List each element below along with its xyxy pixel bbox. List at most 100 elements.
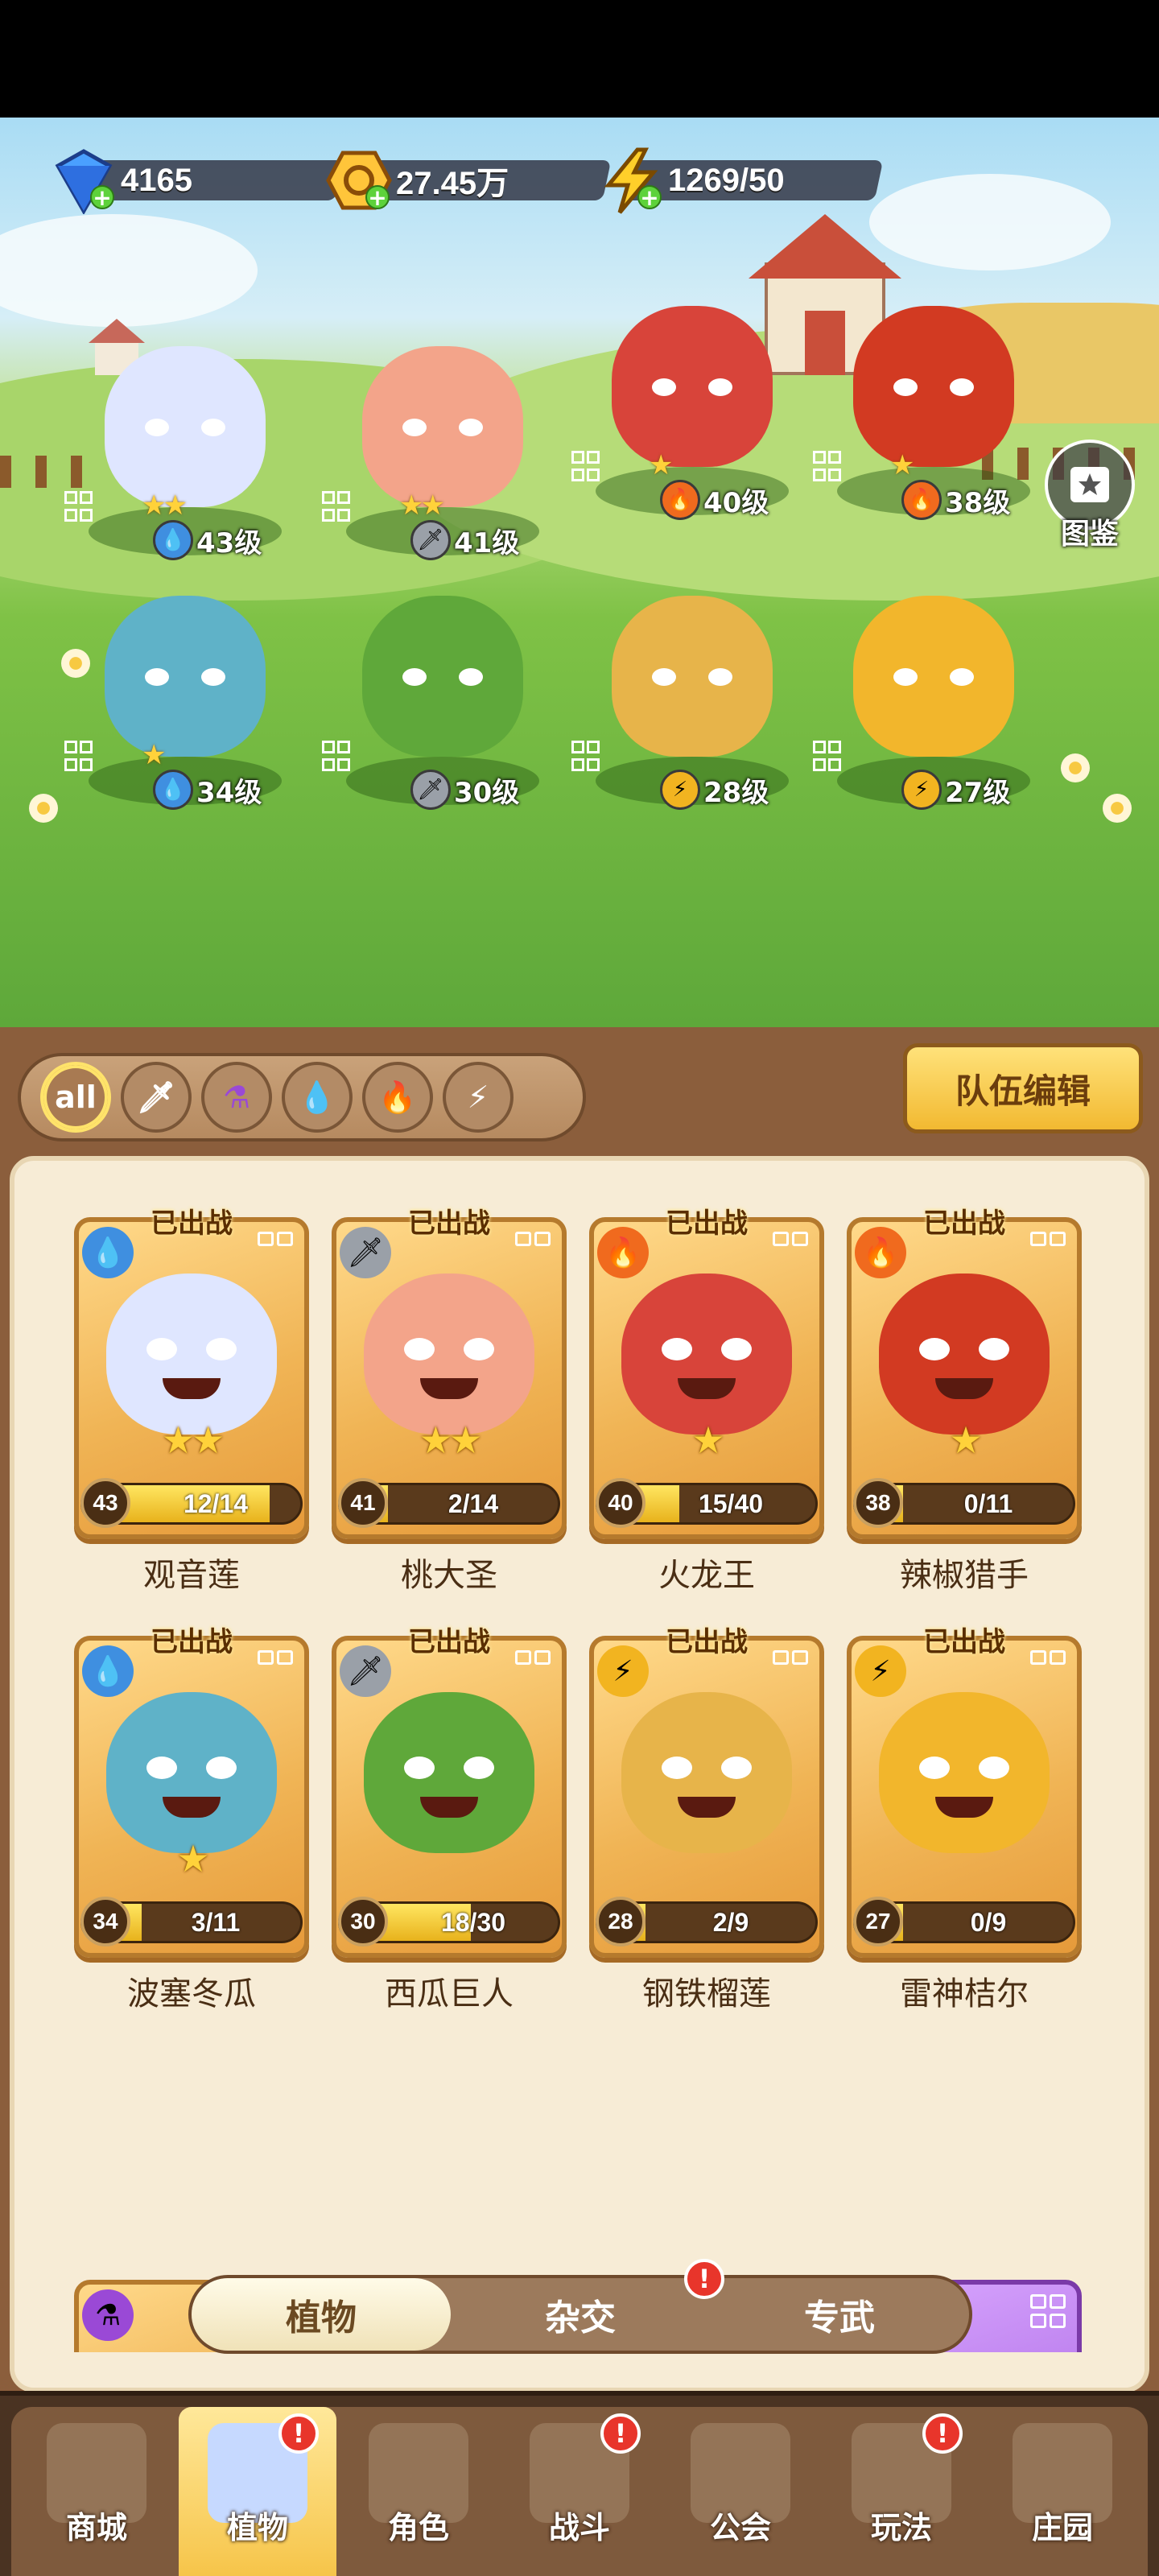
hero-level: 28级: [703, 776, 769, 809]
energy-value: 1269/50: [668, 162, 785, 198]
deployed-tag: 已出战: [408, 1208, 490, 1240]
plant-card[interactable]: 已出战 ⚡ 0/9 27 雷神桔尔: [847, 1626, 1082, 2013]
shard-progress-text: 12/14: [183, 1488, 249, 1518]
star-rating: ★: [649, 449, 674, 481]
nav-label: 玩法: [870, 2510, 932, 2545]
hero-sprite: [612, 306, 773, 467]
gem-counter[interactable]: + 4165: [50, 149, 344, 216]
add-coin-icon[interactable]: +: [365, 185, 390, 209]
plant-card[interactable]: 已出战 💧 ★ 3/11 34 波塞冬瓜: [74, 1626, 309, 2013]
shard-progress-text: 2/9: [712, 1907, 749, 1937]
tab-hybrid[interactable]: 杂交: [451, 2278, 710, 2351]
bottom-nav: 商城 植物 ! 角色 战斗 ! 公会 玩法 ! 庄园: [0, 2391, 1159, 2576]
water-drop-icon: 💧: [298, 1079, 336, 1115]
deployed-tag: 已出战: [923, 1626, 1005, 1658]
plant-card[interactable]: 已出战 🗡 18/30 30 西瓜巨人: [332, 1626, 567, 2013]
hero-level: 41级: [454, 526, 520, 559]
nav-shop[interactable]: 商城: [18, 2407, 175, 2576]
plant-card[interactable]: 已出战 💧 ★★ 12/14 43 观音莲: [74, 1208, 309, 1594]
filter-thunder[interactable]: ⚡: [443, 1062, 514, 1133]
plant-name: 辣椒猎手: [900, 1557, 1029, 1594]
lineup-hero[interactable]: ★ 💧 34级: [64, 580, 306, 829]
water-drop-icon: 💧: [153, 520, 193, 560]
lineup-hero[interactable]: 🗡 30级: [322, 580, 563, 829]
nav-battle[interactable]: 战斗 !: [501, 2407, 658, 2576]
nav-characters[interactable]: 角色: [340, 2407, 497, 2576]
plant-level: 27: [853, 1897, 903, 1946]
team-slot-icon: [1030, 2294, 1070, 2330]
plant-level: 40: [596, 1478, 645, 1528]
plant-level: 28: [596, 1897, 645, 1946]
plant-name: 火龙王: [658, 1557, 755, 1594]
star-rating: ★: [691, 1418, 724, 1462]
filter-sword[interactable]: 🗡: [121, 1062, 192, 1133]
plant-portrait: [106, 1274, 277, 1435]
nav-guild[interactable]: 公会: [662, 2407, 819, 2576]
fire-icon: 🔥: [378, 1079, 417, 1115]
star-rating: ★: [890, 449, 915, 481]
team-slot-icon: [773, 1650, 813, 1686]
nav-gameplay[interactable]: 玩法 !: [823, 2407, 980, 2576]
star-rating: ★: [176, 1837, 209, 1880]
team-slot-icon: [515, 1650, 555, 1686]
lineup-hero[interactable]: ★ 🔥 40级: [571, 290, 813, 539]
lineup-hero[interactable]: ★ 🔥 38级: [813, 290, 1054, 539]
gem-value: 4165: [121, 162, 192, 198]
star-rating: ★: [142, 739, 167, 771]
star-rating: ★★: [161, 1418, 225, 1462]
lineup-hero[interactable]: ★★ 🗡 41级: [322, 330, 563, 580]
deployed-tag: 已出战: [408, 1626, 490, 1658]
nav-manor[interactable]: 庄园: [984, 2407, 1141, 2576]
star-rating: ★: [949, 1418, 982, 1462]
lineup-hero[interactable]: ⚡ 27级: [813, 580, 1054, 829]
plant-card[interactable]: 已出战 ⚡ 2/9 28 钢铁榴莲: [589, 1626, 824, 2013]
add-gem-icon[interactable]: +: [90, 185, 114, 209]
coin-counter[interactable]: + 27.45万: [325, 151, 612, 210]
lineup-hero[interactable]: ★★ 💧 43级: [64, 330, 306, 580]
nav-plants[interactable]: 植物 !: [179, 2407, 336, 2576]
codex-button[interactable]: 图鉴: [1040, 440, 1140, 552]
sword-icon: 🗡: [136, 1079, 176, 1115]
alert-badge: !: [278, 2413, 319, 2454]
team-slot-icon: [571, 741, 604, 773]
plant-card[interactable]: 已出战 🔥 ★ 0/11 38 辣椒猎手: [847, 1208, 1082, 1594]
cloud: [0, 214, 258, 327]
fire-icon: 🔥: [660, 480, 700, 520]
deployed-tag: 已出战: [151, 1626, 233, 1658]
lineup-hero[interactable]: ⚡ 28级: [571, 580, 813, 829]
plant-level: 34: [80, 1897, 130, 1946]
filter-fire[interactable]: 🔥: [362, 1062, 433, 1133]
hero-sprite: [853, 596, 1014, 757]
plant-portrait: [621, 1274, 792, 1435]
plant-portrait: [106, 1692, 277, 1853]
element-filter-bar: all 🗡 ⚗ 💧 🔥 ⚡: [18, 1053, 586, 1141]
plant-portrait: [621, 1692, 792, 1853]
team-slot-icon: [515, 1232, 555, 1267]
sword-icon: 🗡: [340, 1645, 391, 1697]
plant-portrait: [364, 1274, 534, 1435]
plant-card[interactable]: 已出战 🗡 ★★ 2/14 41 桃大圣: [332, 1208, 567, 1594]
lightning-icon: ⚡: [467, 1080, 489, 1115]
shard-progress-text: 15/40: [698, 1488, 764, 1518]
coin-icon: +: [325, 147, 393, 214]
hero-sprite: [362, 596, 523, 757]
filter-all[interactable]: all: [40, 1062, 111, 1133]
tab-exclusive-weapon[interactable]: 专武: [710, 2278, 969, 2351]
team-edit-button[interactable]: 队伍编辑: [903, 1043, 1143, 1133]
tab-plants[interactable]: 植物: [192, 2278, 451, 2351]
alert-badge: !: [684, 2259, 724, 2299]
lightning-icon: ⚡: [855, 1645, 906, 1697]
hero-level: 40级: [703, 486, 769, 519]
team-slot-icon: [813, 741, 845, 773]
add-energy-icon[interactable]: +: [637, 185, 662, 209]
sword-icon: 🗡: [410, 770, 451, 810]
plant-name: 西瓜巨人: [385, 1975, 514, 2013]
plant-level: 41: [338, 1478, 388, 1528]
filter-potion[interactable]: ⚗: [201, 1062, 272, 1133]
plant-card[interactable]: 已出战 🔥 ★ 15/40 40 火龙王: [589, 1208, 824, 1594]
plant-name: 观音莲: [143, 1557, 240, 1594]
energy-counter[interactable]: + 1269/50: [597, 147, 884, 214]
shard-progress-text: 3/11: [191, 1907, 241, 1937]
filter-water[interactable]: 💧: [282, 1062, 353, 1133]
shard-progress-text: 2/14: [448, 1488, 499, 1518]
